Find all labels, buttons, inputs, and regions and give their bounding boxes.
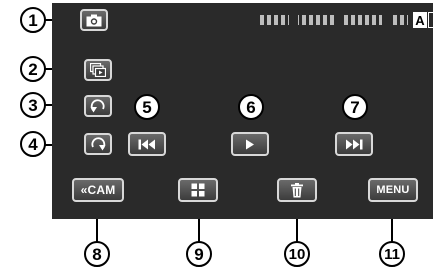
- callout-6: 6: [238, 94, 264, 120]
- next-icon: [346, 139, 363, 149]
- previous-icon: [138, 139, 155, 149]
- callout-5: 5: [134, 94, 160, 120]
- delete-button[interactable]: [277, 178, 317, 202]
- play-icon: [246, 139, 254, 149]
- callout-10: 10: [284, 241, 310, 267]
- rotate-left-button[interactable]: [84, 95, 112, 117]
- previous-button[interactable]: [128, 132, 166, 156]
- play-button[interactable]: [231, 132, 269, 156]
- back-to-recording-button[interactable]: «CAM: [72, 178, 124, 202]
- menu-button[interactable]: MENU: [368, 178, 418, 202]
- callout-4: 4: [20, 131, 46, 157]
- frame-copy-icon: [90, 63, 106, 77]
- callout-8: 8: [84, 241, 110, 267]
- camera-icon: [86, 14, 102, 26]
- callout-2: 2: [20, 56, 46, 82]
- index-grid-icon: [191, 183, 205, 197]
- callout-3: 3: [20, 92, 46, 118]
- rotate-right-icon: [91, 137, 106, 151]
- storage-mode-badge: A: [413, 12, 427, 28]
- callout-9: 9: [186, 241, 212, 267]
- copy-frames-button[interactable]: [84, 59, 112, 81]
- callout-7: 7: [342, 94, 368, 120]
- snapshot-button[interactable]: [80, 9, 108, 31]
- media-badge: SD: [428, 12, 436, 28]
- index-button[interactable]: [178, 178, 218, 202]
- rotate-left-icon: [90, 99, 105, 113]
- trash-icon: [291, 182, 303, 197]
- rotate-right-button[interactable]: [84, 133, 112, 155]
- callout-1: 1: [20, 7, 46, 33]
- next-button[interactable]: [335, 132, 373, 156]
- callout-11: 11: [379, 241, 405, 267]
